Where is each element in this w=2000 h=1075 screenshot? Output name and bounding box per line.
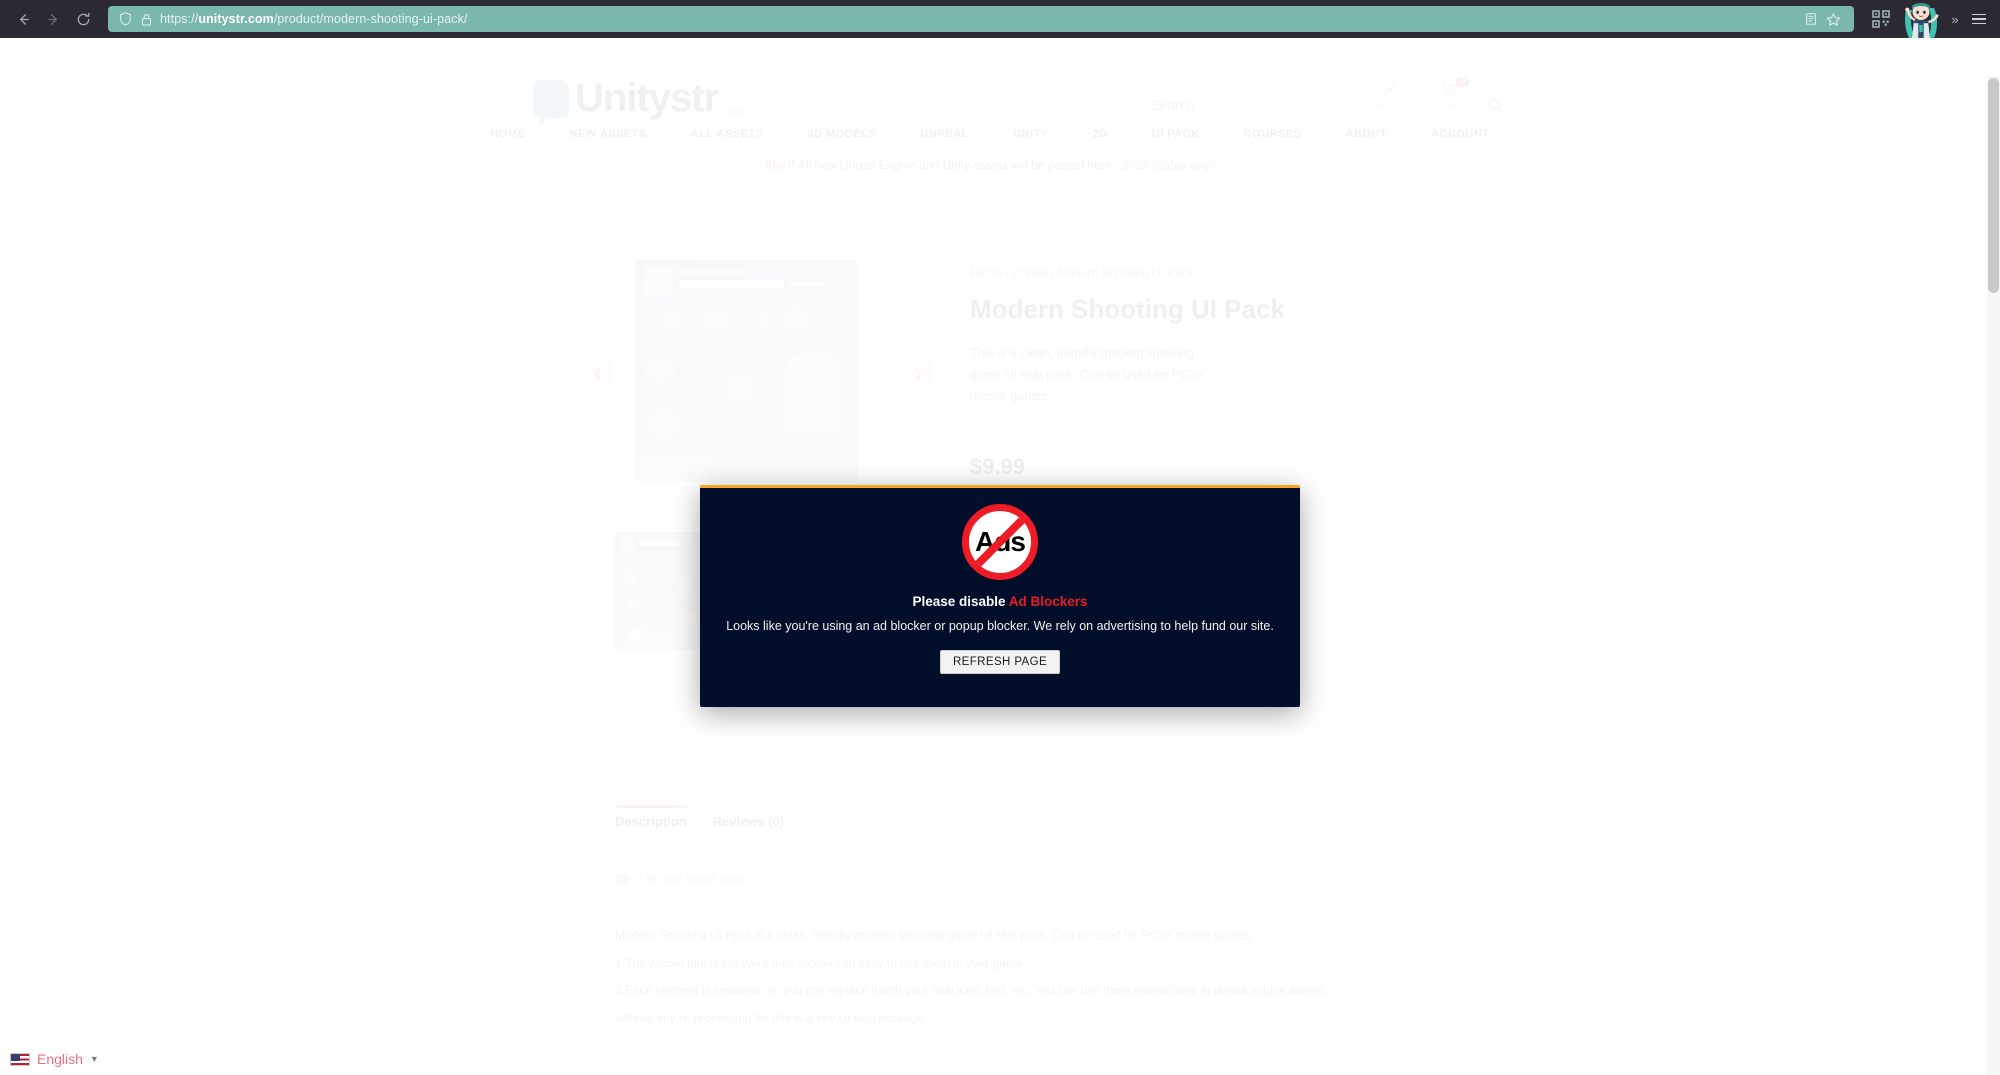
page-scrollbar[interactable]: ▲ ▼: [1987, 76, 2000, 1075]
anime-persona-avatar-icon[interactable]: [1898, 0, 1944, 38]
reload-icon[interactable]: [68, 4, 98, 34]
bookmark-star-icon[interactable]: [1822, 8, 1844, 30]
browser-toolbar: https://unitystr.com/product/modern-shoo…: [0, 0, 2000, 38]
us-flag-icon: [10, 1052, 30, 1066]
url-text[interactable]: https://unitystr.com/product/modern-shoo…: [160, 12, 1800, 26]
address-bar[interactable]: https://unitystr.com/product/modern-shoo…: [108, 6, 1854, 32]
hamburger-menu-icon[interactable]: [1966, 6, 1992, 32]
caret-down-icon[interactable]: ▼: [90, 1054, 99, 1064]
language-label: English: [37, 1051, 83, 1067]
modal-heading-highlight: Ad Blockers: [1008, 594, 1088, 609]
scrollbar-thumb[interactable]: [1988, 78, 1999, 293]
reader-view-icon[interactable]: [1800, 8, 1822, 30]
tracking-shield-icon[interactable]: [118, 12, 133, 27]
page-viewport: Unitystr .com Account 0: [0, 38, 2000, 1075]
modal-body-text: Looks like you're using an ad blocker or…: [726, 619, 1274, 633]
modal-heading: Please disable Ad Blockers: [912, 594, 1087, 609]
toolbar-right-group: »: [1868, 0, 2000, 38]
modal-heading-plain: Please disable: [912, 594, 1009, 609]
chevron-double-right-icon[interactable]: »: [1948, 12, 1962, 27]
refresh-page-button[interactable]: REFRESH PAGE: [939, 650, 1061, 674]
language-selector[interactable]: English ▼: [10, 1051, 99, 1067]
forward-arrow-icon[interactable]: [38, 4, 68, 34]
no-ads-icon: Ads: [962, 504, 1038, 580]
padlock-icon[interactable]: [139, 12, 154, 27]
back-arrow-icon[interactable]: [8, 4, 38, 34]
adblock-warning-modal: Ads Please disable Ad Blockers Looks lik…: [700, 485, 1300, 707]
qr-extension-icon[interactable]: [1868, 6, 1894, 32]
